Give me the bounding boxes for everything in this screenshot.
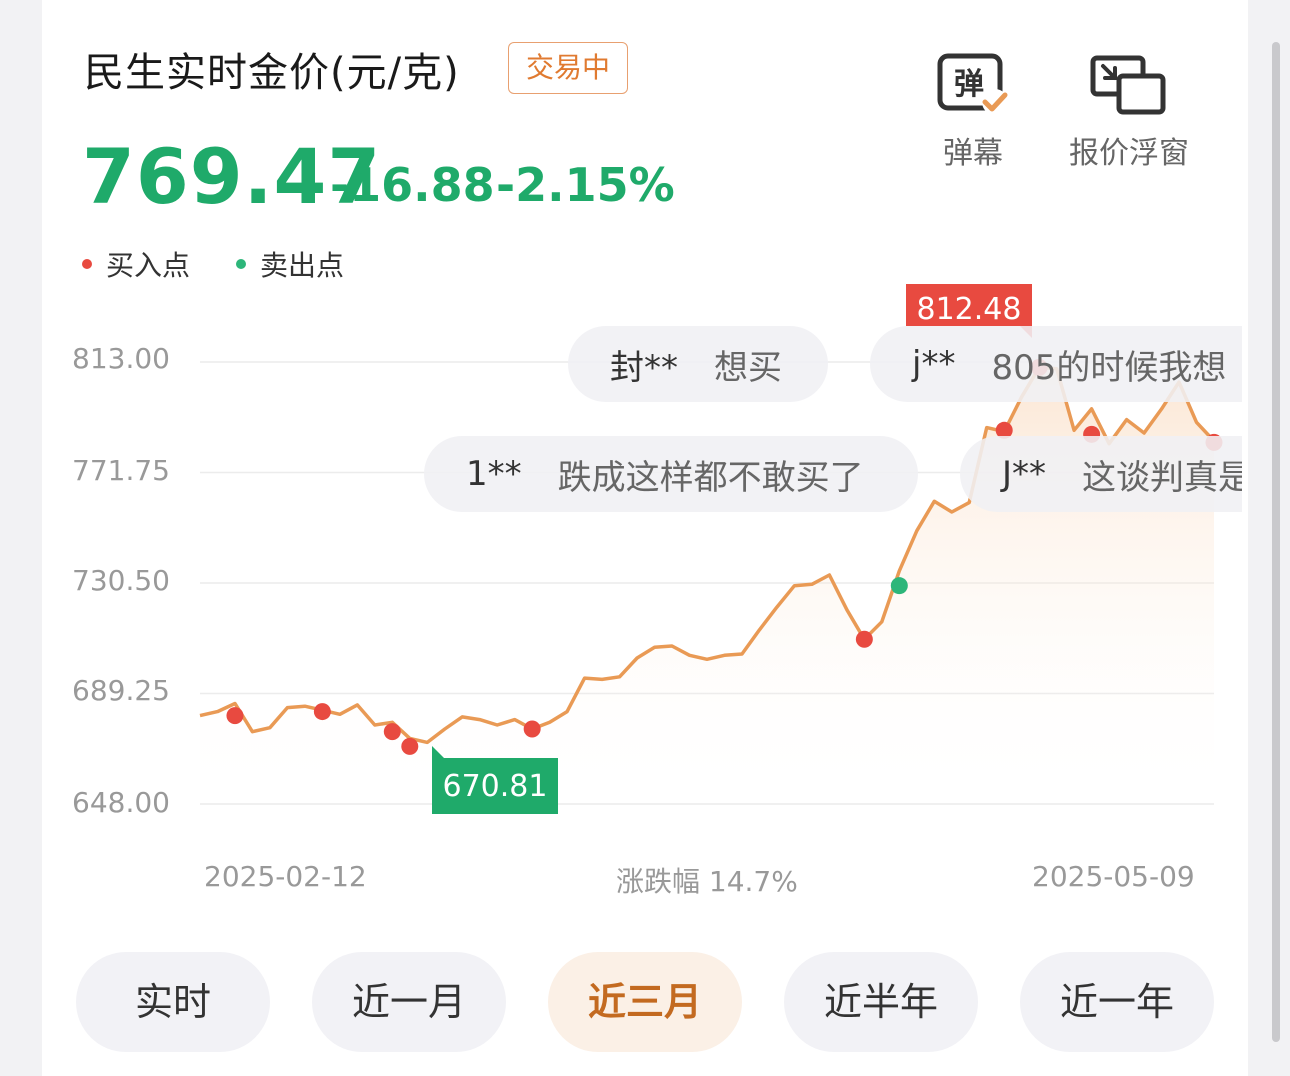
time-range-tabs: 实时 近一月 近三月 近半年 近一年 bbox=[76, 952, 1214, 1052]
danmaku-user: J** bbox=[1002, 454, 1047, 494]
tab-one-year[interactable]: 近一年 bbox=[1020, 952, 1214, 1052]
x-end-label: 2025-05-09 bbox=[1032, 860, 1195, 893]
range-change-label: 涨跌幅 14.7% bbox=[616, 865, 798, 898]
buy-point[interactable] bbox=[383, 723, 401, 741]
x-start-label: 2025-02-12 bbox=[204, 860, 367, 893]
buy-point[interactable] bbox=[401, 737, 419, 755]
danmaku-message: 这谈判真是 bbox=[1082, 457, 1242, 498]
danmaku-bubble[interactable]: j** 805的时候我想 bbox=[870, 326, 1242, 402]
min-price-label: 670.81 bbox=[442, 769, 548, 804]
danmaku-message: 805的时候我想 bbox=[991, 347, 1227, 388]
tab-realtime[interactable]: 实时 bbox=[76, 952, 270, 1052]
danmaku-user: 封** bbox=[610, 347, 678, 388]
buy-point[interactable] bbox=[523, 720, 541, 738]
danmaku-user: j** bbox=[912, 344, 956, 384]
danmaku-user: 1** bbox=[466, 454, 522, 494]
danmaku-bubble[interactable]: J** 这谈判真是 bbox=[960, 436, 1242, 512]
tab-half-year[interactable]: 近半年 bbox=[784, 952, 978, 1052]
tab-three-months[interactable]: 近三月 bbox=[548, 952, 742, 1052]
y-tick-label: 689.25 bbox=[72, 674, 170, 707]
danmaku-message: 跌成这样都不敢买了 bbox=[557, 457, 864, 498]
y-tick-label: 648.00 bbox=[72, 786, 170, 819]
tab-one-month[interactable]: 近一月 bbox=[312, 952, 506, 1052]
y-tick-label: 730.50 bbox=[72, 564, 170, 597]
y-tick-label: 771.75 bbox=[72, 454, 170, 487]
buy-point[interactable] bbox=[313, 703, 331, 721]
buy-point[interactable] bbox=[226, 707, 244, 725]
y-tick-label: 813.00 bbox=[72, 342, 170, 375]
price-area bbox=[200, 367, 1214, 804]
buy-point[interactable] bbox=[855, 630, 873, 648]
scrollbar[interactable] bbox=[1272, 42, 1280, 1042]
max-price-label: 812.48 bbox=[916, 292, 1022, 327]
price-chart bbox=[199, 284, 1223, 814]
sell-point[interactable] bbox=[890, 577, 908, 595]
danmaku-bubble[interactable]: 1** 跌成这样都不敢买了 bbox=[424, 436, 918, 512]
danmaku-bubble[interactable]: 封** 想买 bbox=[568, 326, 828, 402]
danmaku-message: 想买 bbox=[714, 347, 782, 388]
